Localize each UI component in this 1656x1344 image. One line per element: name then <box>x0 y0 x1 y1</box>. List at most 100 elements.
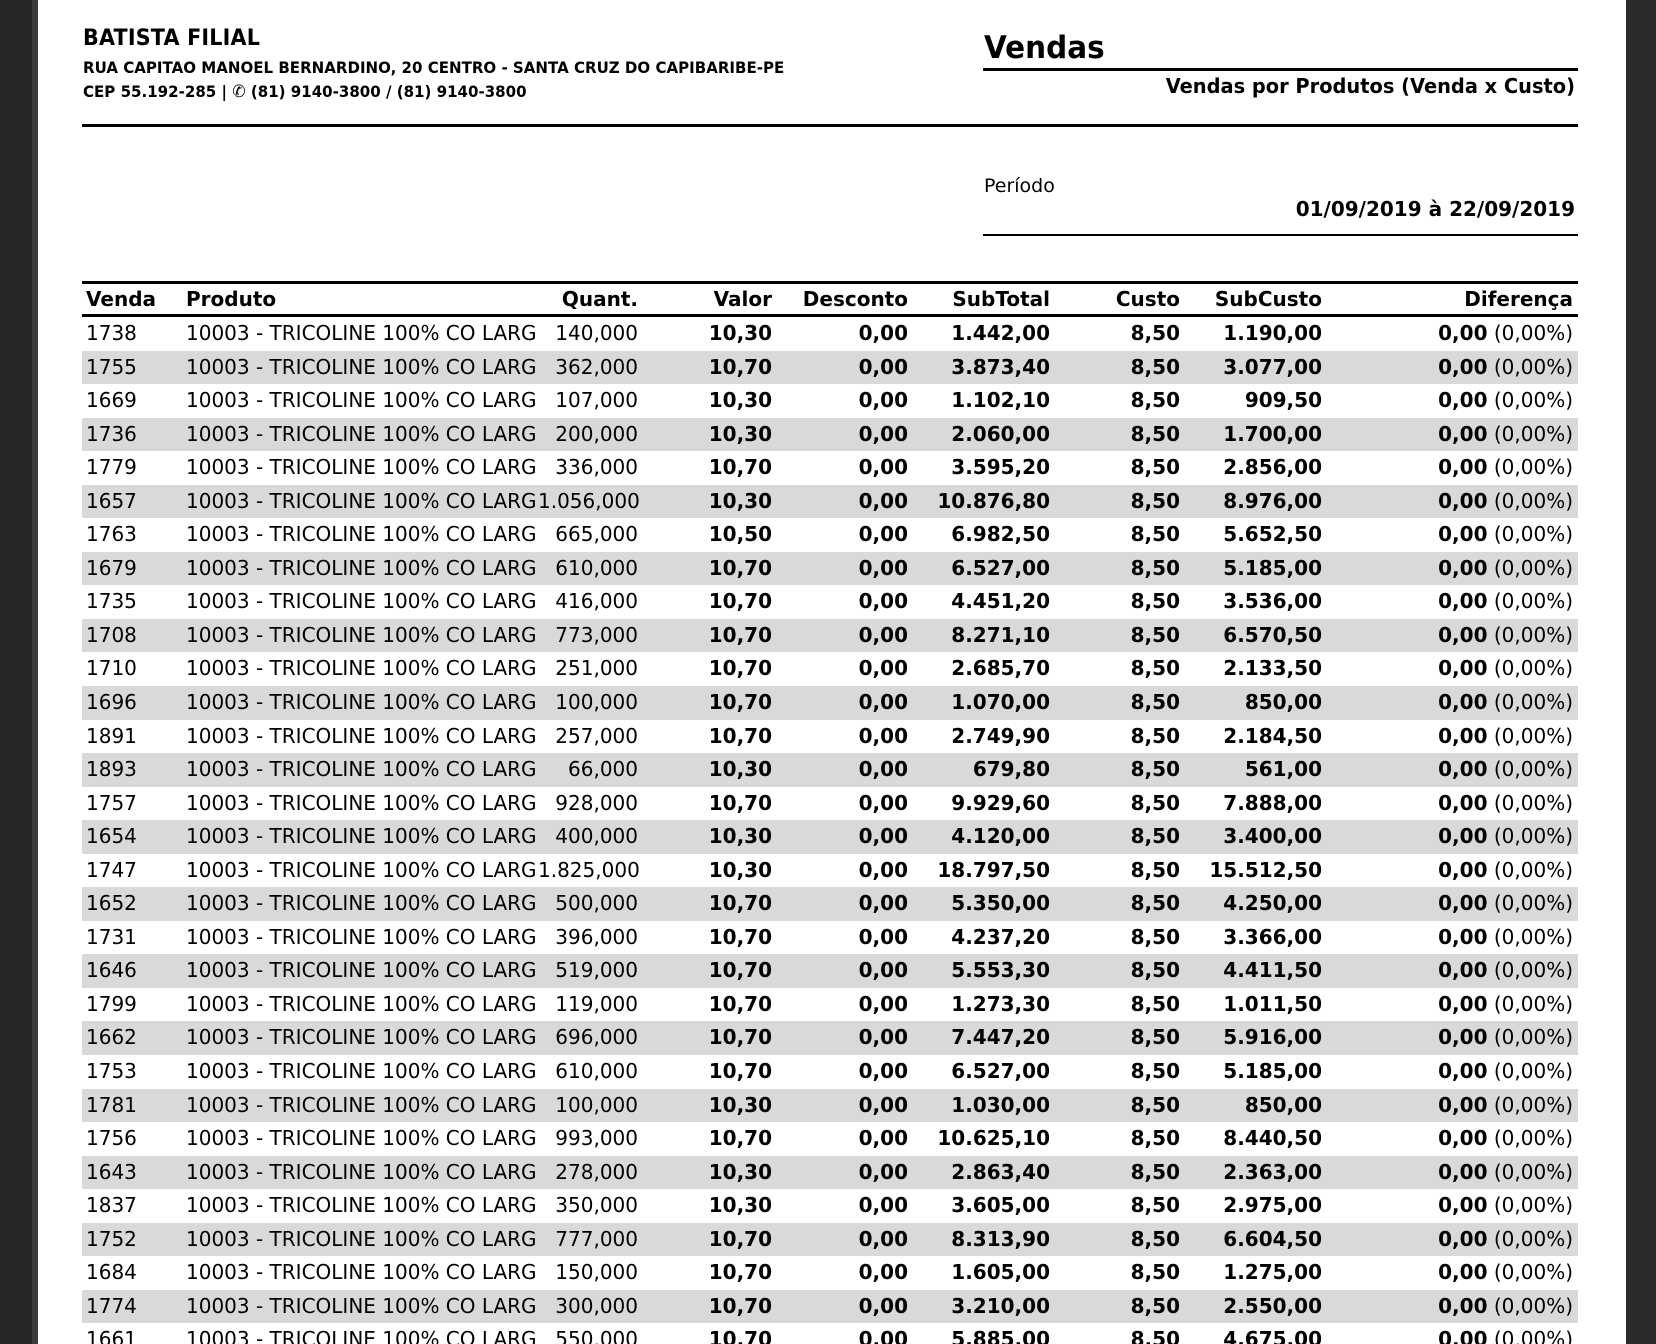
produto-cell: 10003 - TRICOLINE 100% CO LARGU <box>182 1290 538 1324</box>
desconto-cell: 0,00 <box>774 1290 910 1324</box>
produto-cell: 10003 - TRICOLINE 100% CO LARGU <box>182 1089 538 1123</box>
diferenca-percent: (0,00%) <box>1488 724 1574 748</box>
produto-cell: 10003 - TRICOLINE 100% CO LARGU <box>182 518 538 552</box>
diferenca-value: 0,00 <box>1438 891 1487 915</box>
produto-cell: 10003 - TRICOLINE 100% CO LARGU <box>182 1021 538 1055</box>
diferenca-percent: (0,00%) <box>1488 589 1574 613</box>
custo-cell: 8,50 <box>1052 585 1182 619</box>
subtotal-cell: 1.070,00 <box>910 686 1052 720</box>
diferenca-cell: 0,00 (0,00%) <box>1324 552 1578 586</box>
custo-cell: 8,50 <box>1052 1189 1182 1223</box>
diferenca-percent: (0,00%) <box>1488 791 1574 815</box>
desconto-cell: 0,00 <box>774 619 910 653</box>
produto-cell: 10003 - TRICOLINE 100% CO LARGU <box>182 1189 538 1223</box>
diferenca-percent: (0,00%) <box>1488 858 1574 882</box>
viewer-left-bar <box>0 0 38 1344</box>
desconto-cell: 0,00 <box>774 887 910 921</box>
produto-cell: 10003 - TRICOLINE 100% CO LARGU <box>182 418 538 452</box>
desconto-cell: 0,00 <box>774 921 910 955</box>
table-row: 171010003 - TRICOLINE 100% CO LARGU251,0… <box>82 652 1578 686</box>
company-contact-line: CEP 55.192-285 | ✆ (81) 9140-3800 / (81)… <box>83 82 784 102</box>
report-page: BATISTA FILIAL RUA CAPITAO MANOEL BERNAR… <box>0 0 1656 1344</box>
diferenca-cell: 0,00 (0,00%) <box>1324 585 1578 619</box>
diferenca-cell: 0,00 (0,00%) <box>1324 753 1578 787</box>
report-subtitle: Vendas por Produtos (Venda x Custo) <box>1001 74 1575 98</box>
quant-cell: 251,000 <box>538 652 640 686</box>
subtotal-cell: 679,80 <box>910 753 1052 787</box>
diferenca-value: 0,00 <box>1438 355 1487 379</box>
desconto-cell: 0,00 <box>774 820 910 854</box>
diferenca-percent: (0,00%) <box>1488 1260 1574 1284</box>
subcusto-cell: 2.133,50 <box>1182 652 1324 686</box>
diferenca-percent: (0,00%) <box>1488 522 1574 546</box>
diferenca-value: 0,00 <box>1438 656 1487 680</box>
valor-cell: 10,30 <box>640 485 774 519</box>
produto-cell: 10003 - TRICOLINE 100% CO LARGU <box>182 552 538 586</box>
venda-cell: 1710 <box>82 652 182 686</box>
subcusto-cell: 3.366,00 <box>1182 921 1324 955</box>
subtotal-cell: 6.527,00 <box>910 1055 1052 1089</box>
diferenca-cell: 0,00 (0,00%) <box>1324 652 1578 686</box>
diferenca-cell: 0,00 (0,00%) <box>1324 351 1578 385</box>
subtotal-cell: 2.749,90 <box>910 720 1052 754</box>
table-row: 175210003 - TRICOLINE 100% CO LARGU777,0… <box>82 1223 1578 1257</box>
desconto-cell: 0,00 <box>774 1323 910 1344</box>
valor-cell: 10,70 <box>640 1021 774 1055</box>
diferenca-percent: (0,00%) <box>1488 455 1574 479</box>
produto-cell: 10003 - TRICOLINE 100% CO LARGU <box>182 854 538 888</box>
diferenca-cell: 0,00 (0,00%) <box>1324 619 1578 653</box>
produto-cell: 10003 - TRICOLINE 100% CO LARGU <box>182 954 538 988</box>
quant-cell: 550,000 <box>538 1323 640 1344</box>
subcusto-cell: 1.275,00 <box>1182 1256 1324 1290</box>
diferenca-cell: 0,00 (0,00%) <box>1324 921 1578 955</box>
subtotal-cell: 6.982,50 <box>910 518 1052 552</box>
subtotal-cell: 10.876,80 <box>910 485 1052 519</box>
subtotal-cell: 3.210,00 <box>910 1290 1052 1324</box>
table-row: 175610003 - TRICOLINE 100% CO LARGU993,0… <box>82 1122 1578 1156</box>
desconto-cell: 0,00 <box>774 384 910 418</box>
quant-cell: 416,000 <box>538 585 640 619</box>
period-label: Período <box>984 175 1055 197</box>
custo-cell: 8,50 <box>1052 351 1182 385</box>
valor-cell: 10,30 <box>640 384 774 418</box>
quant-cell: 100,000 <box>538 1089 640 1123</box>
diferenca-percent: (0,00%) <box>1488 1093 1574 1117</box>
diferenca-cell: 0,00 (0,00%) <box>1324 451 1578 485</box>
table-row: 167910003 - TRICOLINE 100% CO LARGU610,0… <box>82 552 1578 586</box>
col-header-subcusto: SubCusto <box>1182 284 1324 314</box>
quant-cell: 300,000 <box>538 1290 640 1324</box>
valor-cell: 10,70 <box>640 720 774 754</box>
custo-cell: 8,50 <box>1052 384 1182 418</box>
diferenca-value: 0,00 <box>1438 388 1487 412</box>
subtotal-cell: 5.553,30 <box>910 954 1052 988</box>
produto-cell: 10003 - TRICOLINE 100% CO LARGU <box>182 1223 538 1257</box>
desconto-cell: 0,00 <box>774 720 910 754</box>
valor-cell: 10,70 <box>640 954 774 988</box>
diferenca-cell: 0,00 (0,00%) <box>1324 954 1578 988</box>
quant-cell: 696,000 <box>538 1021 640 1055</box>
subtotal-cell: 3.595,20 <box>910 451 1052 485</box>
table-header-row: VendaProdutoQuant.ValorDescontoSubTotalC… <box>82 281 1578 317</box>
venda-cell: 1735 <box>82 585 182 619</box>
subtotal-cell: 1.102,10 <box>910 384 1052 418</box>
period-value: 01/09/2019 à 22/09/2019 <box>983 197 1575 221</box>
diferenca-value: 0,00 <box>1438 1260 1487 1284</box>
subtotal-cell: 2.863,40 <box>910 1156 1052 1190</box>
diferenca-percent: (0,00%) <box>1488 321 1574 345</box>
diferenca-value: 0,00 <box>1438 824 1487 848</box>
subcusto-cell: 850,00 <box>1182 1089 1324 1123</box>
table-body: 173810003 - TRICOLINE 100% CO LARGU140,0… <box>82 317 1578 1344</box>
subtotal-cell: 4.451,20 <box>910 585 1052 619</box>
venda-cell: 1799 <box>82 988 182 1022</box>
desconto-cell: 0,00 <box>774 1055 910 1089</box>
company-cep: CEP 55.192-285 <box>83 82 216 101</box>
subtotal-cell: 18.797,50 <box>910 854 1052 888</box>
diferenca-percent: (0,00%) <box>1488 422 1574 446</box>
quant-cell: 993,000 <box>538 1122 640 1156</box>
desconto-cell: 0,00 <box>774 1156 910 1190</box>
custo-cell: 8,50 <box>1052 485 1182 519</box>
diferenca-value: 0,00 <box>1438 623 1487 647</box>
venda-cell: 1696 <box>82 686 182 720</box>
valor-cell: 10,70 <box>640 1323 774 1344</box>
diferenca-cell: 0,00 (0,00%) <box>1324 988 1578 1022</box>
